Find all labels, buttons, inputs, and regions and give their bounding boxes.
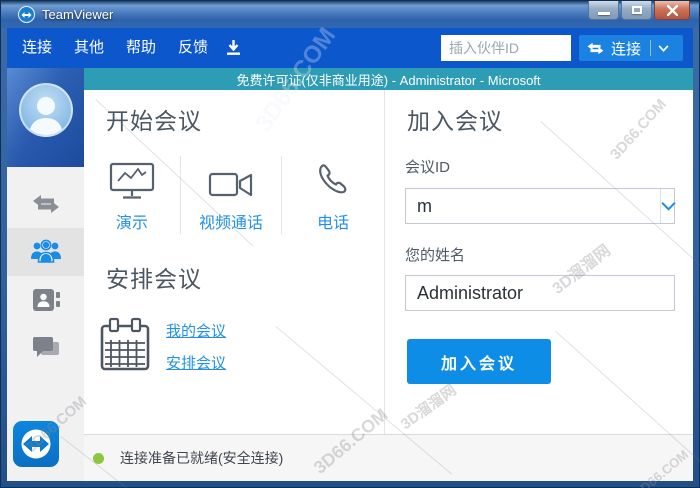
option-label: 演示 [115, 215, 148, 232]
meeting-id-combobox [405, 188, 676, 224]
join-meeting-title: 加入会议 [407, 108, 503, 134]
remote-control-icon [32, 195, 59, 213]
contacts-icon [32, 289, 60, 311]
sidebar-item-chat[interactable] [7, 324, 84, 372]
schedule-meeting-link[interactable]: 安排会议 [166, 352, 226, 373]
chat-icon [32, 337, 59, 357]
account-panel[interactable] [7, 68, 84, 167]
meeting-options: 演示 视频通话 电话 [84, 156, 384, 234]
connect-button-label: 连接 [610, 40, 641, 58]
sidebar [7, 68, 84, 481]
license-banner-text: 免费许可证(仅非商业用途) - Administrator - Microsof… [236, 72, 541, 88]
teamviewer-logo-icon[interactable] [18, 6, 35, 23]
minimize-icon [597, 11, 610, 15]
option-label: 视频通话 [198, 215, 263, 232]
join-meeting-button[interactable]: 加入会议 [407, 339, 551, 384]
chevron-down-icon [661, 201, 676, 211]
phone-icon [319, 164, 347, 194]
avatar [18, 83, 73, 137]
your-name-input[interactable] [405, 275, 675, 311]
meeting-people-icon [30, 239, 61, 263]
menu-bar: 连接 其他 帮助 反馈 连接 [7, 28, 693, 68]
connect-button[interactable]: 连接 [578, 35, 683, 61]
option-presentation[interactable]: 演示 [84, 156, 181, 234]
license-banner: 免费许可证(仅非商业用途) - Administrator - Microsof… [84, 68, 693, 90]
connection-status-dot [93, 452, 104, 464]
maximize-icon [631, 6, 642, 14]
join-meeting-panel: 加入会议 会议ID 您的姓名 加入会议 [385, 90, 693, 434]
connect-dropdown-button[interactable] [651, 44, 676, 52]
menu-connect[interactable]: 连接 [11, 28, 63, 68]
menu-extras[interactable]: 其他 [63, 28, 115, 68]
meeting-id-input[interactable] [406, 189, 660, 223]
start-meeting-title: 开始会议 [106, 108, 202, 134]
your-name-label: 您的姓名 [405, 247, 466, 264]
download-icon[interactable] [226, 39, 241, 57]
presentation-monitor-icon [109, 162, 154, 199]
menu-help[interactable]: 帮助 [115, 28, 167, 68]
close-icon [666, 4, 678, 16]
window-title: TeamViewer [42, 7, 114, 22]
host-meeting-panel: 开始会议 演示 视频通话 电话 安排会议 我的会议 安排会议 [84, 90, 385, 434]
sidebar-item-contacts[interactable] [7, 276, 84, 324]
title-bar: TeamViewer [1, 1, 699, 28]
option-phone[interactable]: 电话 [282, 156, 384, 234]
partner-id-input[interactable] [440, 35, 571, 61]
close-button[interactable] [654, 1, 690, 20]
chevron-down-icon [658, 44, 669, 52]
my-meetings-link[interactable]: 我的会议 [166, 320, 226, 341]
option-label: 电话 [317, 215, 350, 232]
teamviewer-brand-logo [13, 421, 59, 467]
sidebar-item-meeting[interactable] [7, 228, 84, 276]
meeting-id-label: 会议ID [405, 159, 451, 176]
minimize-button[interactable] [588, 1, 619, 20]
schedule-meeting-title: 安排会议 [106, 266, 202, 292]
menu-feedback[interactable]: 反馈 [167, 28, 219, 68]
video-camera-icon [208, 172, 253, 197]
maximize-button[interactable] [621, 1, 652, 20]
calendar-icon [100, 317, 150, 371]
status-bar: 连接准备已就绪(安全连接) [84, 434, 693, 481]
meeting-id-dropdown-button[interactable] [660, 189, 676, 223]
connection-status-text: 连接准备已就绪(安全连接) [120, 450, 284, 466]
option-video-call[interactable]: 视频通话 [181, 156, 283, 234]
sidebar-item-remote-control[interactable] [7, 180, 84, 228]
remote-arrows-icon [587, 42, 604, 54]
teamviewer-window: 3D66.COM 3D66.COM 3D溜溜网 3D66.COM 3D溜溜网 3… [0, 0, 700, 488]
